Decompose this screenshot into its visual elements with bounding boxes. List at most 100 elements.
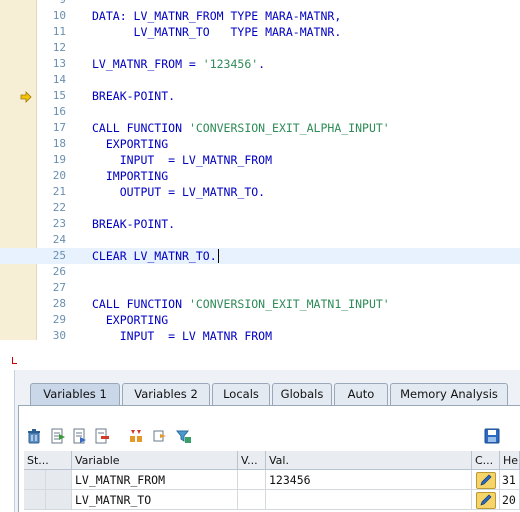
line-number: 18 <box>52 137 66 150</box>
insert-row-icon[interactable] <box>50 428 66 444</box>
code-line[interactable]: 29 EXPORTING <box>0 312 520 328</box>
code-text: OUTPUT = LV_MATNR_TO. <box>92 185 266 199</box>
code-line[interactable]: 26 <box>0 264 520 280</box>
tab-variables-1[interactable]: Variables 1 <box>30 383 120 407</box>
line-number: 19 <box>52 153 66 166</box>
code-line[interactable]: 30 INPUT = LV_MATNR_FROM <box>0 328 520 340</box>
line-number: 24 <box>52 233 66 246</box>
tab-memory-analysis[interactable]: Memory Analysis <box>390 383 508 405</box>
code-text: CALL FUNCTION 'CONVERSION_EXIT_ALPHA_INP… <box>92 121 390 135</box>
code-line[interactable]: 11 LV_MATNR_TO TYPE MARA-MATNR. <box>0 24 520 40</box>
code-line[interactable]: 16 <box>0 104 520 120</box>
hex-cell: 20 <box>500 490 520 510</box>
delete-rows-icon[interactable] <box>94 428 110 444</box>
line-number: 29 <box>52 313 66 326</box>
value-cell[interactable]: 123456 <box>266 470 472 490</box>
line-number: 9 <box>36 0 66 8</box>
code-text: CALL FUNCTION 'CONVERSION_EXIT_MATN1_INP… <box>92 297 390 311</box>
tab-globals[interactable]: Globals <box>272 383 332 405</box>
code-text: EXPORTING <box>92 313 169 327</box>
line-number: 15 <box>52 89 66 102</box>
v-cell <box>238 470 266 490</box>
tab-auto[interactable]: Auto <box>334 383 388 405</box>
row-status-cell <box>46 490 72 510</box>
line-number: 21 <box>52 185 66 198</box>
code-text: INPUT = LV_MATNR_FROM <box>92 153 273 167</box>
line-number: 16 <box>52 105 66 118</box>
code-line[interactable]: 20 IMPORTING <box>0 168 520 184</box>
transfer-icon[interactable] <box>152 428 168 444</box>
line-number: 11 <box>52 25 66 38</box>
code-line[interactable]: 19 INPUT = LV_MATNR_FROM <box>0 152 520 168</box>
line-number: 22 <box>52 201 66 214</box>
code-line[interactable]: 21 OUTPUT = LV_MATNR_TO. <box>0 184 520 200</box>
column-header-hex[interactable]: He <box>500 451 520 470</box>
code-line[interactable]: 15 BREAK-POINT. <box>0 88 520 104</box>
code-text: LV_MATNR_TO TYPE MARA-MATNR. <box>92 25 342 39</box>
pane-divider[interactable] <box>0 340 520 370</box>
line-number: 26 <box>52 265 66 278</box>
code-line[interactable]: 18 EXPORTING <box>0 136 520 152</box>
code-line[interactable]: 28 CALL FUNCTION 'CONVERSION_EXIT_MATN1_I… <box>0 296 520 312</box>
edit-value-button[interactable] <box>476 492 496 509</box>
resize-corner-marker <box>12 357 17 364</box>
variables-table: St... Variable V... Val. C... He LV_MATN… <box>24 451 520 512</box>
filter-icon[interactable] <box>176 428 192 444</box>
code-line[interactable]: 12 <box>0 40 520 56</box>
variable-name-input[interactable]: LV_MATNR_FROM <box>72 470 238 490</box>
code-line[interactable]: 9 <box>0 0 520 8</box>
line-number: 23 <box>52 217 66 230</box>
trash-icon[interactable] <box>26 428 42 444</box>
column-header-value[interactable]: Val. <box>266 451 472 470</box>
column-header-change[interactable]: C... <box>472 451 500 470</box>
code-line[interactable]: 14 <box>0 72 520 88</box>
watchpoint-icon[interactable] <box>128 428 144 444</box>
code-line[interactable]: 23 BREAK-POINT. <box>0 216 520 232</box>
edit-value-button[interactable] <box>476 472 496 489</box>
code-line[interactable]: 25 CLEAR LV_MATNR_TO. <box>0 248 520 264</box>
line-number: 20 <box>52 169 66 182</box>
line-number: 25 <box>52 249 66 262</box>
variables-tab-strip: Variables 1 Variables 2 Locals Globals A… <box>18 383 520 407</box>
code-text: DATA: LV_MATNR_FROM TYPE MARA-MATNR, <box>92 9 342 23</box>
row-selector[interactable] <box>24 490 46 510</box>
code-line[interactable]: 10 DATA: LV_MATNR_FROM TYPE MARA-MATNR, <box>0 8 520 24</box>
insert-block-icon[interactable] <box>72 428 88 444</box>
code-text: INPUT = LV_MATNR_FROM <box>92 329 273 340</box>
tab-variables-2[interactable]: Variables 2 <box>122 383 210 405</box>
column-header-v[interactable]: V... <box>238 451 266 470</box>
code-text: CLEAR LV_MATNR_TO. <box>92 249 217 263</box>
line-number: 14 <box>52 73 66 86</box>
row-status-cell <box>46 470 72 490</box>
code-text: LV_MATNR_FROM = '123456'. <box>92 57 266 71</box>
line-number: 10 <box>52 9 66 22</box>
line-number: 13 <box>52 57 66 70</box>
v-cell <box>238 490 266 510</box>
text-cursor <box>217 249 219 263</box>
code-text: BREAK-POINT. <box>92 89 176 103</box>
column-header-variable[interactable]: Variable <box>72 451 238 470</box>
code-line[interactable]: 24 <box>0 232 520 248</box>
tab-locals[interactable]: Locals <box>212 383 270 405</box>
column-header-status[interactable]: St... <box>24 451 72 470</box>
variables-toolbar <box>26 428 520 446</box>
code-line[interactable]: 27 <box>0 280 520 296</box>
line-number: 30 <box>52 329 66 340</box>
code-line[interactable]: 13 LV_MATNR_FROM = '123456'. <box>0 56 520 72</box>
code-line[interactable]: 22 <box>0 200 520 216</box>
line-number: 17 <box>52 121 66 134</box>
code-line[interactable]: 17 CALL FUNCTION 'CONVERSION_EXIT_ALPHA_I… <box>0 120 520 136</box>
code-text: IMPORTING <box>92 169 169 183</box>
code-text: BREAK-POINT. <box>92 217 176 231</box>
line-number: 12 <box>52 41 66 54</box>
pencil-icon <box>480 474 492 486</box>
variable-name-input[interactable]: LV_MATNR_TO <box>72 490 238 510</box>
pencil-icon <box>480 494 492 506</box>
line-number: 28 <box>52 297 66 310</box>
row-selector[interactable] <box>24 470 46 490</box>
value-cell[interactable] <box>266 490 472 510</box>
code-editor[interactable]: 910DATA: LV_MATNR_FROM TYPE MARA-MATNR,1… <box>0 0 520 340</box>
current-statement-arrow-icon <box>20 91 32 103</box>
code-text: EXPORTING <box>92 137 169 151</box>
save-icon[interactable] <box>484 428 500 444</box>
